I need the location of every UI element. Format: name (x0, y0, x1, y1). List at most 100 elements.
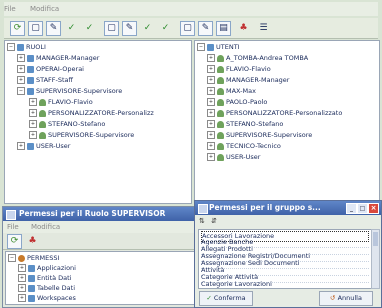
user-icon (217, 98, 224, 106)
tree-item[interactable]: + Workspaces (18, 294, 76, 303)
tree-item[interactable]: + FLAVIO-Flavio (29, 98, 93, 107)
user-icon (217, 87, 224, 95)
properties-icon[interactable]: ▤ (216, 21, 231, 36)
list-scrollbar[interactable] (371, 229, 380, 289)
role-icon (27, 142, 34, 150)
expand-icon[interactable]: + (29, 120, 37, 128)
group-dialog-titlebar[interactable]: Permessi per il gruppo s... _ □ × (195, 201, 381, 215)
expand-icon[interactable]: + (207, 109, 215, 117)
users-icon[interactable]: ♣ (236, 21, 251, 36)
tree-item[interactable]: − SUPERVISORE-Supervisore (17, 87, 122, 96)
expand-icon[interactable]: + (18, 274, 26, 282)
expand-icon[interactable]: + (207, 153, 215, 161)
expand-icon[interactable]: + (29, 131, 37, 139)
expand-icon[interactable]: + (207, 76, 215, 84)
collapse-icon[interactable]: − (17, 87, 25, 95)
edit-icon[interactable]: ✎ (46, 21, 61, 36)
expand-icon[interactable]: + (207, 98, 215, 106)
tree-item[interactable]: + USER-User (207, 153, 260, 162)
menu-modifica[interactable]: Modifica (30, 5, 59, 13)
tree-item[interactable]: + A_TOMBA-Andrea TOMBA (207, 54, 308, 63)
permissions-window-titlebar[interactable]: Permessi per il Ruolo SUPERVISOR (3, 207, 225, 221)
confirm-all-icon[interactable]: ✓ (158, 21, 173, 36)
new-user-icon[interactable]: ▢ (180, 21, 195, 36)
user-icon (39, 131, 46, 139)
tree-item[interactable]: + OPERAI-Operai (17, 65, 84, 74)
tree-item[interactable]: + PERSONALIZZATORE-Personalizzato (207, 109, 342, 118)
tree-item[interactable]: + Entità Dati (18, 274, 72, 283)
tree-item[interactable]: + TECNICO-Tecnico (207, 142, 281, 151)
close-icon[interactable]: × (368, 203, 379, 214)
expand-icon[interactable]: + (207, 120, 215, 128)
data-entity-icon (28, 274, 35, 282)
refresh-icon[interactable]: ⟳ (10, 21, 25, 36)
tree-item[interactable]: + MANAGER-Manager (17, 54, 99, 63)
tree-item[interactable]: + MANAGER-Manager (207, 76, 289, 85)
list-item[interactable]: Categorie Lavorazioni (201, 280, 369, 288)
menu-file[interactable]: File (4, 5, 16, 13)
tree-item[interactable]: + PERSONALIZZATORE-Personalizz (29, 109, 154, 118)
check-all-icon[interactable]: ✓ (82, 21, 97, 36)
new-document-icon[interactable]: ▢ (28, 21, 43, 36)
permissions-window: Permessi per il Ruolo SUPERVISOR File Mo… (2, 206, 226, 308)
users-tree-panel: − UTENTI + A_TOMBA-Andrea TOMBA + FLAVIO-Fl… (194, 40, 380, 204)
tree-item[interactable]: + USER-User (17, 142, 70, 151)
confirm-icon[interactable]: ✓ (140, 21, 155, 36)
expand-icon[interactable]: + (17, 65, 25, 73)
tree-node-roles[interactable]: − RUOLI (7, 43, 46, 52)
tree-node-permissions[interactable]: − PERMESSI (8, 254, 59, 263)
tree-item[interactable]: + Tabelle Dati (18, 284, 75, 293)
expand-icon[interactable]: + (18, 284, 26, 292)
maximize-icon[interactable]: □ (357, 203, 368, 214)
tree-item[interactable]: + Applicazioni (18, 264, 76, 273)
main-toolbar: ⟳ ▢ ✎ ✓ ✓ ▢ ✎ ✓ ✓ ▢ ✎ ▤ ♣ ☰ (4, 18, 378, 39)
permissions-icon[interactable]: ♣ (25, 234, 40, 249)
edit-item-icon[interactable]: ✎ (122, 21, 137, 36)
expand-icon[interactable]: + (18, 264, 26, 272)
menu-modifica[interactable]: Modifica (31, 223, 60, 231)
expand-icon[interactable]: + (18, 294, 26, 302)
cancel-button[interactable]: ↺ Annulla (319, 291, 373, 306)
expand-icon[interactable]: + (17, 54, 25, 62)
tree-item[interactable]: + STEFANO-Stefano (29, 120, 105, 129)
expand-icon[interactable]: + (207, 65, 215, 73)
sort-descending-icon[interactable]: ⇵ (211, 217, 217, 225)
workspace-icon (28, 294, 35, 302)
expand-icon[interactable]: + (207, 54, 215, 62)
user-icon (217, 76, 224, 84)
collapse-icon[interactable]: − (7, 43, 15, 51)
tree-item[interactable]: + SUPERVISORE-Supervisore (29, 131, 134, 140)
check-icon[interactable]: ✓ (64, 21, 79, 36)
sort-ascending-icon[interactable]: ⇅ (199, 217, 205, 225)
role-icon (27, 65, 34, 73)
expand-icon[interactable]: + (17, 142, 25, 150)
tree-item[interactable]: + MAX-Max (207, 87, 256, 96)
tree-item[interactable]: + STEFANO-Stefano (207, 120, 283, 129)
scrollbar-thumb[interactable] (373, 232, 378, 246)
list-icon[interactable]: ☰ (256, 21, 271, 36)
minimize-icon[interactable]: _ (346, 203, 357, 214)
expand-icon[interactable]: + (29, 109, 37, 117)
user-icon (217, 109, 224, 117)
edit-user-icon[interactable]: ✎ (198, 21, 213, 36)
expand-icon[interactable]: + (207, 142, 215, 150)
collapse-icon[interactable]: − (8, 254, 16, 262)
expand-icon[interactable]: + (29, 98, 37, 106)
menu-file[interactable]: File (7, 223, 19, 231)
data-table-icon (28, 284, 35, 292)
window-app-icon (198, 204, 208, 214)
expand-icon[interactable]: + (207, 87, 215, 95)
tree-item[interactable]: + SUPERVISORE-Supervisore (207, 131, 312, 140)
tree-item[interactable]: + STAFF-Staff (17, 76, 73, 85)
group-dialog-toolbar: ⇅ ⇵ (195, 215, 381, 227)
collapse-icon[interactable]: − (197, 43, 205, 51)
tree-item[interactable]: + FLAVIO-Flavio (207, 65, 271, 74)
expand-icon[interactable]: + (207, 131, 215, 139)
permissions-window-title: Permessi per il Ruolo SUPERVISOR (19, 209, 166, 218)
confirm-button[interactable]: ✓ Conferma (199, 291, 253, 306)
tree-node-users[interactable]: − UTENTI (197, 43, 240, 52)
expand-icon[interactable]: + (17, 76, 25, 84)
new-item-icon[interactable]: ▢ (104, 21, 119, 36)
tree-item[interactable]: + PAOLO-Paolo (207, 98, 267, 107)
refresh-icon[interactable]: ⟳ (7, 234, 22, 249)
